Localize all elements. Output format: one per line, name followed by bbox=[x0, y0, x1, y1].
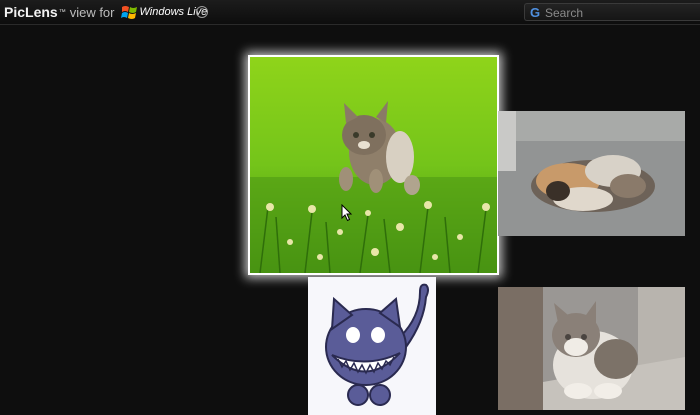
gallery-thumbnail-cartoon-cat[interactable] bbox=[308, 277, 436, 415]
kitten-in-grass-photo bbox=[250, 57, 497, 273]
cartoon-cat-image bbox=[308, 277, 436, 415]
gallery-thumbnail-sleeping-kittens[interactable] bbox=[498, 111, 685, 236]
brand: PicLens ™ view for Windows Live bbox=[4, 3, 207, 21]
search-box[interactable]: G bbox=[524, 3, 700, 21]
top-toolbar: PicLens ™ view for Windows Live ? G bbox=[0, 0, 700, 25]
grey-white-cat-photo bbox=[498, 287, 685, 410]
help-circle-icon[interactable]: ? bbox=[196, 6, 208, 18]
search-input[interactable] bbox=[545, 5, 695, 20]
gallery-thumbnail-selected[interactable] bbox=[248, 55, 499, 275]
google-g-icon: G bbox=[530, 5, 541, 20]
trademark-symbol: ™ bbox=[58, 8, 66, 16]
brand-name: PicLens bbox=[4, 4, 58, 20]
brand-view-for: view for bbox=[69, 4, 115, 20]
windows-flag-icon bbox=[120, 6, 137, 19]
gallery-thumbnail-grey-white-cat[interactable] bbox=[498, 287, 685, 410]
sleeping-kittens-photo bbox=[498, 111, 685, 236]
